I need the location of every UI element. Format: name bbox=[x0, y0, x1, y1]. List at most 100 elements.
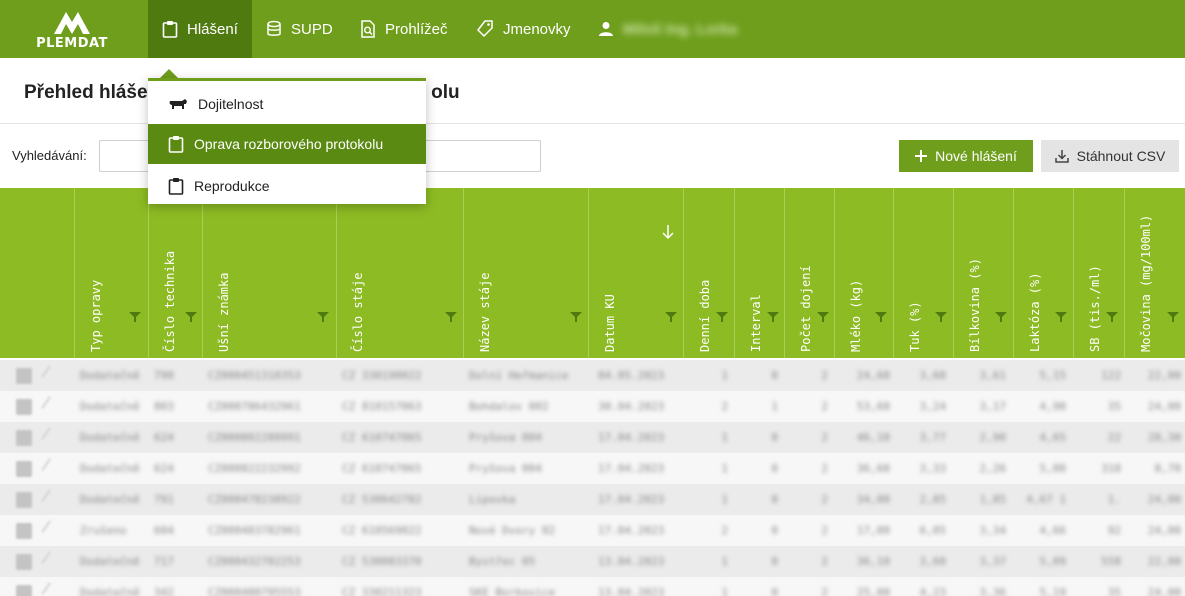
table-cell: 13.04.2023 bbox=[598, 586, 665, 596]
column-header-denni-doba[interactable]: Denní doba bbox=[683, 188, 734, 358]
column-header-bilkovina[interactable]: Bílkovina (%) bbox=[953, 188, 1013, 358]
nav-hlaseni[interactable]: Hlášení bbox=[148, 0, 252, 58]
column-header-pocet-dojeni[interactable]: Počet dojení bbox=[784, 188, 834, 358]
edit-pencil-icon[interactable] bbox=[41, 427, 61, 447]
table-row[interactable]: Dodatečně 790 CZ000451310353 CZ 330190022 Do… bbox=[0, 360, 1185, 391]
nav-supd[interactable]: SUPD bbox=[266, 0, 333, 58]
table-cell: 3,77 bbox=[919, 431, 947, 444]
dropdown-caret bbox=[160, 69, 178, 78]
table-row[interactable]: Dodatečně 342 CZ000480795553 CZ 330211323 SK… bbox=[0, 577, 1185, 596]
table-row[interactable]: Dodatečně 803 CZ000786432961 CZ 810157063 Bo… bbox=[0, 391, 1185, 422]
edit-pencil-icon[interactable] bbox=[41, 396, 61, 416]
table-cell: 2 bbox=[821, 524, 828, 537]
table-row[interactable]: Dodatečně 791 CZ000478238922 CZ 530642782 Li… bbox=[0, 484, 1185, 515]
filter-icon[interactable] bbox=[767, 312, 779, 322]
nav-user-menu[interactable]: Miloš Ing. Lorka bbox=[598, 0, 737, 58]
column-header-mleko[interactable]: Mléko (kg) bbox=[834, 188, 893, 358]
column-header-interval[interactable]: Interval bbox=[734, 188, 784, 358]
filter-icon[interactable] bbox=[1106, 312, 1118, 322]
table-cell: 2,90 bbox=[979, 431, 1007, 444]
filter-icon[interactable] bbox=[1055, 312, 1067, 322]
table-cell: 17,00 bbox=[856, 524, 890, 537]
table-cell: 22,00 bbox=[1147, 369, 1181, 382]
edit-pencil-icon[interactable] bbox=[41, 582, 61, 596]
column-label: Laktóza (%) bbox=[1028, 272, 1042, 352]
row-checkbox[interactable] bbox=[16, 368, 32, 384]
column-header-cislo-technika[interactable]: Číslo technika bbox=[148, 188, 202, 358]
plemdat-logo[interactable]: PLEMDAT bbox=[36, 6, 108, 52]
table-cell: 24,00 bbox=[1147, 524, 1181, 537]
menu-item-dojitelnost[interactable]: Dojitelnost bbox=[148, 84, 426, 124]
column-header-typ-opravy[interactable]: Typ opravy bbox=[74, 188, 148, 358]
nav-prohlizec[interactable]: Prohlížeč bbox=[360, 0, 448, 58]
menu-item-reprodukce[interactable]: Reprodukce bbox=[148, 166, 426, 206]
filter-icon[interactable] bbox=[817, 312, 829, 322]
table-cell: 0 bbox=[771, 493, 778, 506]
table-cell: 4,65 bbox=[1039, 431, 1067, 444]
table-cell: 318 bbox=[1101, 462, 1121, 475]
page-title-end: olu bbox=[431, 82, 460, 103]
table-cell: 3,34 bbox=[979, 524, 1007, 537]
table-cell: CZ 610747065 bbox=[342, 462, 422, 475]
hlaseni-dropdown-menu: Dojitelnost Oprava rozborového protokolu… bbox=[148, 78, 426, 204]
column-header-laktoza[interactable]: Laktóza (%) bbox=[1013, 188, 1073, 358]
table-cell: 0 bbox=[771, 431, 778, 444]
logo-text: PLEMDAT bbox=[36, 36, 108, 51]
filter-icon[interactable] bbox=[665, 312, 677, 322]
column-header-mocovina[interactable]: Močovina (mg/100ml) bbox=[1124, 188, 1185, 358]
menu-item-oprava-rozboroveho-protokolu[interactable]: Oprava rozborového protokolu bbox=[148, 124, 426, 164]
table-cell: 4,66 bbox=[1039, 524, 1067, 537]
filter-icon[interactable] bbox=[445, 312, 457, 322]
row-checkbox[interactable] bbox=[16, 461, 32, 477]
filter-icon[interactable] bbox=[716, 312, 728, 322]
table-cell: 46,10 bbox=[856, 431, 890, 444]
row-checkbox[interactable] bbox=[16, 585, 32, 596]
column-header-tuk[interactable]: Tuk (%) bbox=[893, 188, 953, 358]
table-row[interactable]: Zrušeno 604 CZ000483782961 CZ 610569022 Nové… bbox=[0, 515, 1185, 546]
filter-icon[interactable] bbox=[570, 312, 582, 322]
download-csv-button[interactable]: Stáhnout CSV bbox=[1041, 140, 1179, 172]
edit-pencil-icon[interactable] bbox=[41, 520, 61, 540]
filter-icon[interactable] bbox=[935, 312, 947, 322]
filter-icon[interactable] bbox=[317, 312, 329, 322]
column-header-datum-ku[interactable]: Datum KU bbox=[588, 188, 683, 358]
filter-icon[interactable] bbox=[1167, 312, 1179, 322]
column-header-cislo-staje[interactable]: Číslo stáje bbox=[336, 188, 463, 358]
table-row[interactable]: Dodatečně 624 CZ000822232992 CZ 610747065 Pr… bbox=[0, 453, 1185, 484]
edit-pencil-icon[interactable] bbox=[41, 551, 61, 571]
edit-pencil-icon[interactable] bbox=[41, 458, 61, 478]
filter-icon[interactable] bbox=[995, 312, 1007, 322]
nav-jmenovky[interactable]: Jmenovky bbox=[476, 0, 571, 58]
table-cell: Dodatečně bbox=[80, 462, 140, 475]
row-checkbox[interactable] bbox=[16, 523, 32, 539]
row-checkbox[interactable] bbox=[16, 492, 32, 508]
table-row[interactable]: Dodatečně 717 CZ000432702253 CZ 530083370 By… bbox=[0, 546, 1185, 577]
column-header-usni-znamka[interactable]: Ušní známka bbox=[202, 188, 336, 358]
row-checkbox[interactable] bbox=[16, 430, 32, 446]
table-cell: 3,37 bbox=[979, 555, 1007, 568]
table-cell: 1 bbox=[721, 431, 728, 444]
new-report-button[interactable]: Nové hlášení bbox=[899, 140, 1033, 172]
table-cell: CZ 330211323 bbox=[342, 586, 422, 596]
column-header-nazev-staje[interactable]: Název stáje bbox=[463, 188, 588, 358]
table-cell: 17.04.2023 bbox=[598, 462, 665, 475]
table-cell: 2 bbox=[721, 524, 728, 537]
filter-icon[interactable] bbox=[185, 312, 197, 322]
table-cell: 1 bbox=[721, 493, 728, 506]
clipboard-icon bbox=[162, 21, 178, 38]
table-cell: 717 bbox=[154, 555, 174, 568]
edit-pencil-icon[interactable] bbox=[41, 489, 61, 509]
table-cell: 791 bbox=[154, 493, 174, 506]
filter-icon[interactable] bbox=[875, 312, 887, 322]
table-cell: 1 bbox=[721, 369, 728, 382]
filter-icon[interactable] bbox=[129, 312, 141, 322]
column-header-sb[interactable]: SB (tis./ml) bbox=[1073, 188, 1124, 358]
edit-pencil-icon[interactable] bbox=[41, 365, 61, 385]
row-checkbox[interactable] bbox=[16, 399, 32, 415]
table-cell: 36,10 bbox=[856, 555, 890, 568]
row-checkbox[interactable] bbox=[16, 554, 32, 570]
table-row[interactable]: Dodatečně 624 CZ000802280991 CZ 610747065 Pr… bbox=[0, 422, 1185, 453]
table-cell: 4,23 bbox=[919, 586, 947, 596]
table-cell: 5,15 bbox=[1039, 369, 1067, 382]
sort-desc-arrow-icon[interactable] bbox=[661, 224, 675, 240]
